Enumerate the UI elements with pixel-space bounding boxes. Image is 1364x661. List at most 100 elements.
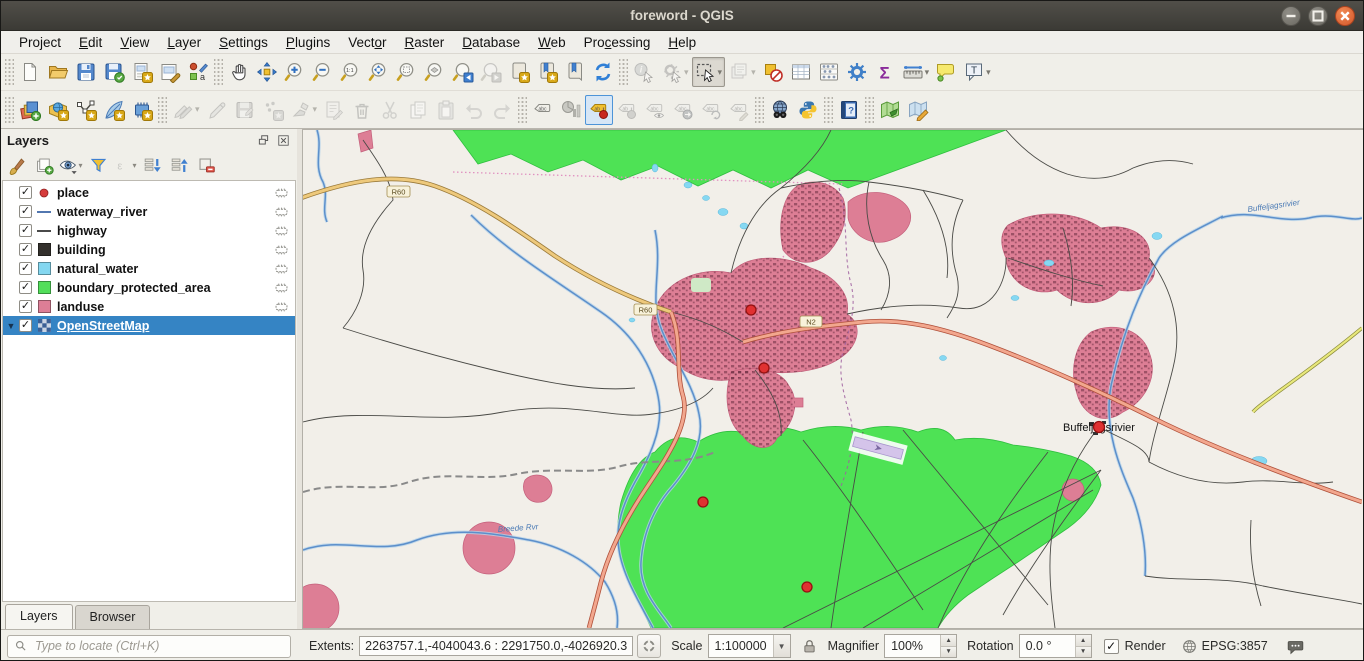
scale-combobox[interactable]: 1:100000 ▼ <box>708 634 791 658</box>
memory-layer-indicator-icon[interactable] <box>274 301 289 313</box>
measure-button[interactable]: ▾ <box>899 57 933 87</box>
memory-layer-indicator-icon[interactable] <box>274 206 289 218</box>
spin-up-icon[interactable]: ▲ <box>1076 635 1091 647</box>
render-checkbox[interactable]: ✓ <box>1104 639 1119 654</box>
crs-globe-icon[interactable] <box>1181 638 1198 655</box>
manage-map-themes-button[interactable]: ▾ <box>59 153 83 177</box>
memory-layer-indicator-icon[interactable] <box>274 244 289 256</box>
chevron-down-icon[interactable]: ▼ <box>773 635 790 657</box>
messages-icon[interactable] <box>1287 638 1304 655</box>
menu-project[interactable]: Project <box>11 33 69 52</box>
chevron-down-icon[interactable]: ▾ <box>313 104 318 115</box>
menu-database[interactable]: Database <box>454 33 528 52</box>
zoom-full-button[interactable] <box>365 57 393 87</box>
locator-input[interactable] <box>33 638 284 654</box>
zoom-out-button[interactable] <box>309 57 337 87</box>
move-label-button[interactable]: abc <box>669 95 697 125</box>
lock-icon[interactable] <box>801 638 818 655</box>
menu-web[interactable]: Web <box>530 33 574 52</box>
chevron-down-icon[interactable]: ▾ <box>718 67 723 78</box>
vertex-tool-button[interactable]: ▾ <box>287 95 321 125</box>
identify-features-button[interactable]: i <box>630 57 658 87</box>
pan-map-button[interactable] <box>225 57 253 87</box>
open-layer-styling-button[interactable] <box>5 153 29 177</box>
bookmark-manager-button[interactable] <box>561 57 589 87</box>
titlebar[interactable]: foreword - QGIS <box>1 1 1363 31</box>
chevron-down-icon[interactable]: ▾ <box>684 67 689 78</box>
layer-visibility-checkbox[interactable]: ✓ <box>19 224 32 237</box>
open-project-button[interactable] <box>44 57 72 87</box>
layer-item-waterway_river[interactable]: ✓waterway_river <box>3 202 295 221</box>
layer-item-building[interactable]: ✓building <box>3 240 295 259</box>
zoom-in-button[interactable] <box>281 57 309 87</box>
spin-down-icon[interactable]: ▼ <box>1076 647 1091 658</box>
deselect-all-button[interactable] <box>759 57 787 87</box>
show-bookmarks-button[interactable] <box>533 57 561 87</box>
map-canvas[interactable]: R60 R60 N2 Breede Rvr Buffeljagsrivier B… <box>302 129 1363 629</box>
data-source-manager-button[interactable] <box>16 95 44 125</box>
collapse-all-button[interactable] <box>167 153 191 177</box>
close-button[interactable] <box>1335 6 1355 26</box>
menu-settings[interactable]: Settings <box>211 33 276 52</box>
zoom-to-selection-button[interactable] <box>393 57 421 87</box>
magnifier-spinbox[interactable]: 100% ▲▼ <box>884 634 957 658</box>
layer-item-boundary_protected_area[interactable]: ✓boundary_protected_area <box>3 278 295 297</box>
toolbar-handle[interactable] <box>5 97 14 123</box>
new-geopackage-layer-button[interactable] <box>44 95 72 125</box>
menu-edit[interactable]: Edit <box>71 33 110 52</box>
filter-legend-button[interactable] <box>86 153 110 177</box>
expand-all-button[interactable] <box>140 153 164 177</box>
map-tips-button[interactable] <box>932 57 960 87</box>
processing-toolbox-button[interactable] <box>843 57 871 87</box>
menu-processing[interactable]: Processing <box>576 33 659 52</box>
pan-to-selection-button[interactable] <box>253 57 281 87</box>
copy-features-button[interactable] <box>404 95 432 125</box>
undo-button[interactable] <box>460 95 488 125</box>
toolbar-handle[interactable] <box>518 97 527 123</box>
refresh-button[interactable] <box>589 57 617 87</box>
minimize-button[interactable] <box>1281 6 1301 26</box>
rotation-spinbox[interactable]: 0.0 ° ▲▼ <box>1019 634 1092 658</box>
rotate-label-button[interactable]: abc <box>697 95 725 125</box>
panel-tab-layers[interactable]: Layers <box>5 604 73 629</box>
chevron-down-icon[interactable]: ▾ <box>195 104 200 115</box>
memory-layer-indicator-icon[interactable] <box>274 187 289 199</box>
layer-visibility-checkbox[interactable]: ✓ <box>19 205 32 218</box>
cut-features-button[interactable] <box>376 95 404 125</box>
python-console-button[interactable] <box>794 95 822 125</box>
run-feature-action-button[interactable]: ▾ <box>658 57 692 87</box>
layer-item-openstreetmap[interactable]: ▼✓OpenStreetMap <box>3 316 295 335</box>
chevron-down-icon[interactable]: ▾ <box>751 67 756 78</box>
new-shapefile-layer-button[interactable] <box>72 95 100 125</box>
show-hide-labels-button[interactable]: abc <box>641 95 669 125</box>
memory-layer-indicator-icon[interactable] <box>274 282 289 294</box>
labeling-options-button[interactable]: ab <box>585 95 613 125</box>
menu-help[interactable]: Help <box>660 33 704 52</box>
locator-bar[interactable] <box>7 635 291 658</box>
select-features-button[interactable]: ▾ <box>692 57 726 87</box>
menu-vector[interactable]: Vector <box>340 33 394 52</box>
delete-selected-button[interactable] <box>348 95 376 125</box>
save-project-button[interactable] <box>72 57 100 87</box>
toggle-editing-button[interactable] <box>203 95 231 125</box>
toolbar-handle[interactable] <box>824 97 833 123</box>
new-project-button[interactable] <box>16 57 44 87</box>
menu-plugins[interactable]: Plugins <box>278 33 338 52</box>
new-spatialite-layer-button[interactable] <box>100 95 128 125</box>
redo-button[interactable] <box>488 95 516 125</box>
chevron-down-icon[interactable]: ▾ <box>925 67 930 78</box>
layer-item-landuse[interactable]: ✓landuse <box>3 297 295 316</box>
zoom-next-button[interactable] <box>477 57 505 87</box>
chevron-down-icon[interactable]: ▾ <box>132 161 136 170</box>
attribute-table-button[interactable] <box>787 57 815 87</box>
toolbar-handle[interactable] <box>619 59 628 85</box>
toolbar-handle[interactable] <box>865 97 874 123</box>
zoom-to-layer-button[interactable] <box>421 57 449 87</box>
field-calculator-button[interactable] <box>815 57 843 87</box>
new-print-layout-button[interactable] <box>128 57 156 87</box>
toolbar-handle[interactable] <box>755 97 764 123</box>
statistical-summary-button[interactable]: Σ <box>871 57 899 87</box>
chevron-down-icon[interactable]: ▾ <box>78 161 82 170</box>
layer-visibility-checkbox[interactable]: ✓ <box>19 243 32 256</box>
spin-down-icon[interactable]: ▼ <box>941 647 956 658</box>
